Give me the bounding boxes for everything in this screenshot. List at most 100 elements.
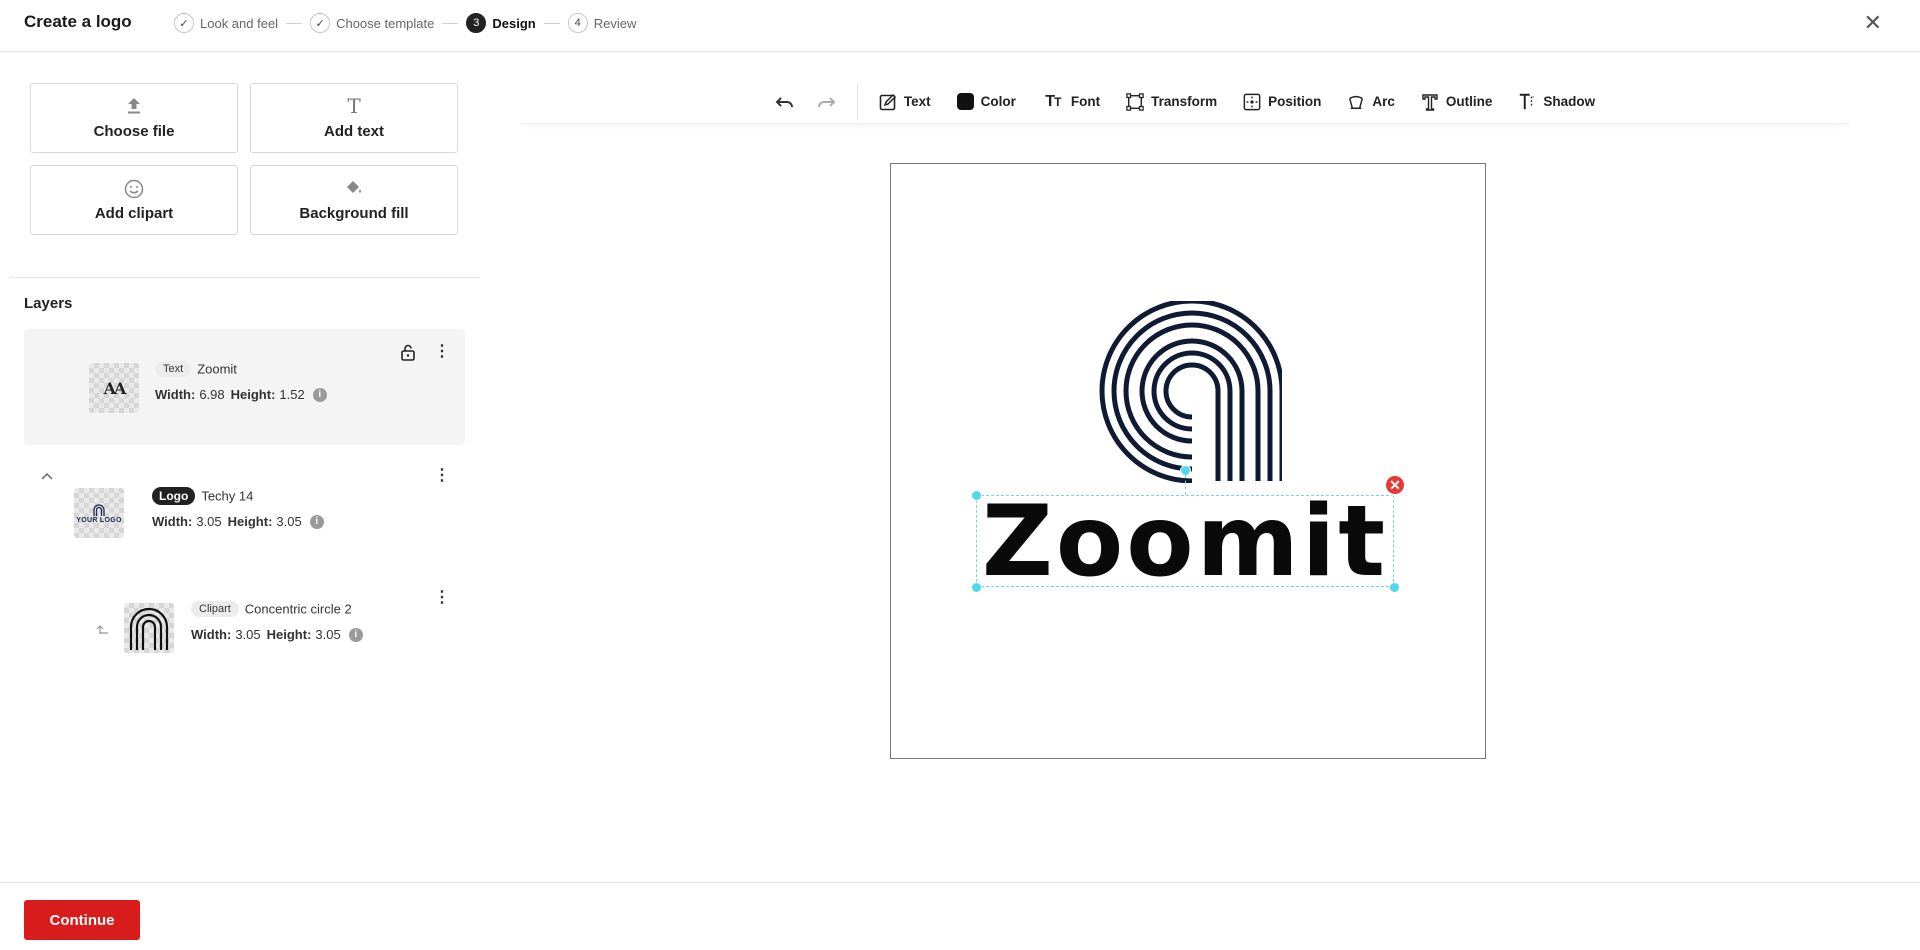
add-clipart-button[interactable]: Add clipart [30,165,238,235]
layer-name: Concentric circle 2 [244,601,352,617]
undo-icon [775,96,793,107]
more-options-icon[interactable]: ⋮ [434,344,450,360]
color-tool-button[interactable]: Color [956,93,1016,110]
height-label: Height: [227,514,273,530]
page-title: Create a logo [24,12,132,31]
layer-dimensions: Width: 6.98 Height: 1.52 i [155,387,327,402]
continue-button[interactable]: Continue [24,900,140,940]
redo-icon [817,96,836,107]
layer-name: Techy 14 [201,488,254,504]
layer-item-logo[interactable]: YOUR LOGO Logo Techy 14 Width: 3.05 Height… [24,456,465,566]
text-icon: T [347,93,361,118]
smiley-icon [124,179,144,199]
color-swatch [956,93,974,110]
more-options-icon[interactable]: ⋮ [434,468,450,484]
background-fill-label: Background fill [299,204,409,222]
paint-bucket-icon [344,179,364,199]
arc-tool-button[interactable]: Arc [1347,93,1395,111]
text-thumb-glyph: AA [103,378,127,398]
layer-info: Clipart Concentric circle 2 Width: 3.05 He… [191,600,363,642]
layer-thumbnail: AA [89,363,139,413]
bottom-bar: Continue [0,882,1920,950]
layer-info: Text Zoomit Width: 6.98 Height: 1.52 i [155,360,327,402]
height-value: 3.05 [315,627,341,642]
add-text-button[interactable]: T Add text [250,83,458,153]
rotate-handle-line [1185,475,1186,495]
height-label: Height: [266,627,312,642]
logo-mark-icon[interactable] [1098,301,1282,483]
height-value: 1.52 [279,387,305,402]
upload-icon [126,97,142,117]
arc-icon [1347,93,1365,111]
design-canvas[interactable]: Zoomit ✕ [890,163,1486,759]
outline-tool-button[interactable]: Outline [1421,93,1493,111]
position-icon [1243,93,1261,111]
transform-icon [1126,92,1144,111]
step-design[interactable]: 3 Design [466,13,536,33]
background-fill-button[interactable]: Background fill [250,165,458,235]
resize-handle-top-left[interactable] [971,490,982,501]
width-label: Width: [191,627,232,642]
delete-icon[interactable]: ✕ [1384,474,1406,496]
layer-item-text[interactable]: AA Text Zoomit Width: 6.98 Height: 1.52 i ⋮ [24,329,465,445]
check-icon: ✓ [174,13,194,33]
text-tool-button[interactable]: Text [879,93,931,111]
undo-button[interactable] [775,94,795,110]
font-tool-button[interactable]: TT Font [1042,93,1100,111]
design-toolbar: Text Color TT Font Transform Position Ar… [520,80,1850,124]
layer-dimensions: Width: 3.05 Height: 3.05 i [152,514,324,529]
outline-tool-label: Outline [1445,94,1493,109]
add-clipart-label: Add clipart [94,204,174,222]
height-label: Height: [230,387,276,402]
layer-name: Zoomit [197,361,237,377]
logo-thumb-text: YOUR LOGO [76,516,122,524]
width-value: 6.98 [199,387,225,402]
step-separator [543,22,560,24]
step-label: Design [492,15,536,31]
mini-logo-mark-icon [93,503,105,516]
outline-icon [1421,93,1439,111]
layer-type-badge: Text [155,360,192,377]
add-text-label: Add text [324,122,384,140]
more-options-icon[interactable]: ⋮ [434,590,450,606]
info-icon[interactable]: i [312,387,327,402]
step-separator [442,22,459,24]
step-choose-template[interactable]: ✓ Choose template [310,13,434,33]
shadow-tool-label: Shadow [1543,94,1596,109]
info-icon[interactable]: i [309,514,324,529]
width-value: 3.05 [235,627,261,642]
width-label: Width: [155,387,196,402]
text-tool-label: Text [903,94,931,109]
info-icon[interactable]: i [348,627,363,642]
step-review[interactable]: 4 Review [567,13,637,33]
logo-text-element[interactable]: Zoomit [976,493,1394,591]
width-value: 3.05 [196,514,222,530]
close-icon[interactable]: ✕ [1864,12,1882,34]
choose-file-button[interactable]: Choose file [30,83,238,153]
step-look-and-feel[interactable]: ✓ Look and feel [174,13,278,33]
layer-item-clipart[interactable]: Clipart Concentric circle 2 Width: 3.05 He… [24,580,465,670]
step-number: 3 [466,13,487,33]
resize-handle-bottom-left[interactable] [971,582,982,593]
font-tool-label: Font [1070,94,1101,109]
left-panel: Choose file T Add text Add clipart Backg… [0,52,480,882]
stepper: ✓ Look and feel ✓ Choose template 3 Desi… [174,13,636,33]
layer-dimensions: Width: 3.05 Height: 3.05 i [191,627,363,642]
redo-button[interactable] [816,94,836,110]
arc-tool-label: Arc [1372,94,1395,109]
width-label: Width: [152,514,193,530]
height-value: 3.05 [276,514,302,530]
shadow-tool-button[interactable]: Shadow [1518,93,1595,111]
layer-type-badge: Clipart [191,600,239,617]
transform-tool-button[interactable]: Transform [1126,92,1217,111]
resize-handle-bottom-right[interactable] [1389,582,1400,593]
toolbar-separator [856,82,858,121]
position-tool-button[interactable]: Position [1243,93,1321,111]
lock-icon[interactable] [400,343,416,366]
chevron-up-icon[interactable] [40,468,54,484]
top-bar: Create a logo ✓ Look and feel ✓ Choose t… [0,0,1920,52]
step-label: Review [593,15,637,31]
layer-thumbnail: YOUR LOGO [74,488,124,538]
layer-type-badge: Logo [152,487,196,505]
divider [10,277,480,278]
